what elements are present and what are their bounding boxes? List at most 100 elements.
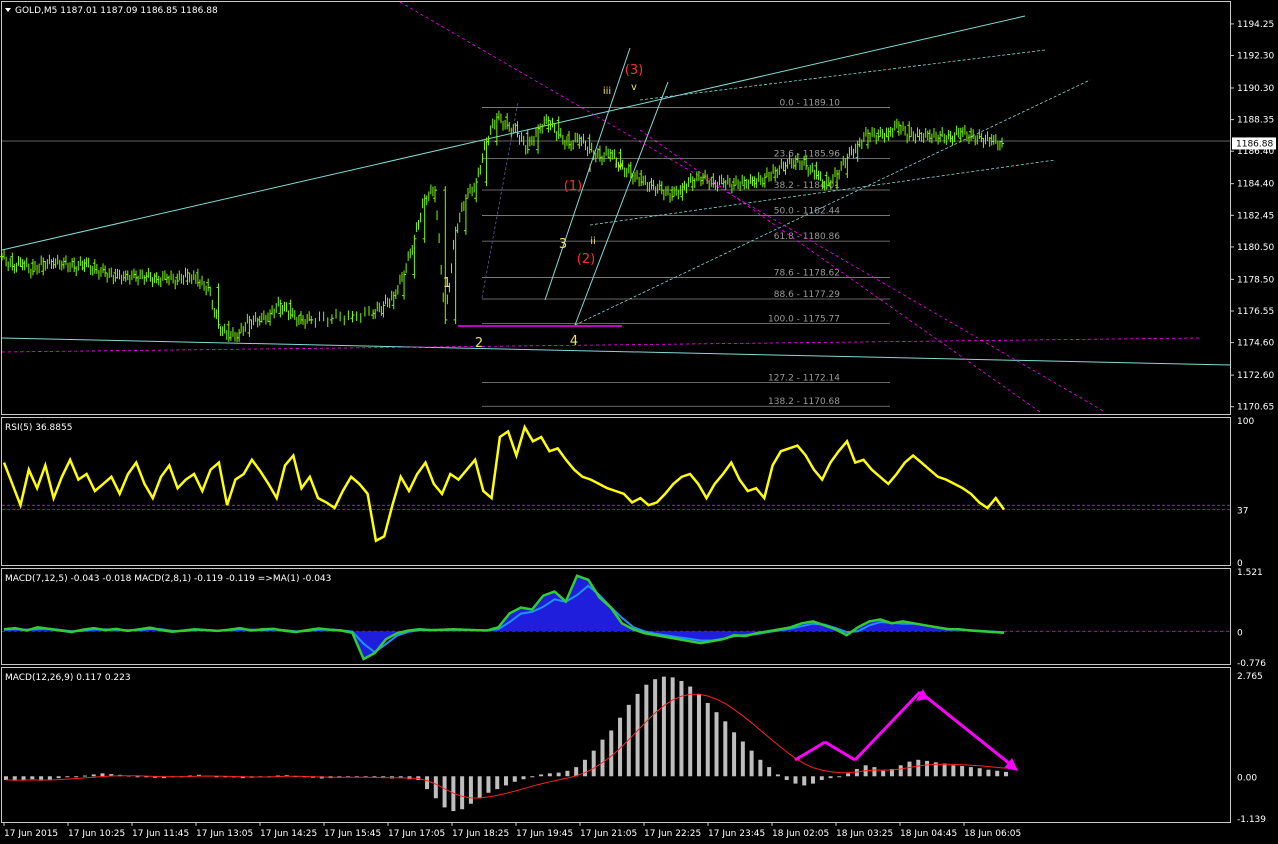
fib-level-label: 88.6 - 1177.29: [774, 290, 840, 300]
rsi-y-tick-label: 37: [1237, 506, 1248, 516]
macd2-hist-bar: [679, 681, 684, 777]
macd2-hist-bar: [688, 686, 693, 777]
price-y-tick-label: 1172.60: [1237, 371, 1274, 381]
macd2-hist-bar: [740, 741, 745, 777]
price-y-tick-label: 1194.25: [1237, 20, 1274, 30]
macd2-y-tick-label: 2.765: [1237, 672, 1263, 682]
macd2-hist-bar: [732, 732, 737, 777]
fib-level-label: 138.2 - 1170.68: [768, 397, 840, 407]
macd2-y-tick-label: 0.00: [1237, 773, 1257, 783]
time-tick-label: 17 Jun 2015: [4, 829, 58, 839]
macd2-hist-bar: [591, 750, 596, 777]
wave-label: iv: [615, 160, 624, 171]
macd2-hist-bar: [837, 776, 842, 778]
fib-level-label: 23.6 - 1185.96: [774, 149, 840, 159]
macd2-hist-bar: [723, 721, 728, 777]
macd2-hist-bar: [582, 759, 587, 777]
macd2-hist-bar: [425, 776, 430, 790]
time-tick-label: 18 Jun 04:45: [900, 829, 957, 839]
macd2-hist-bar: [767, 767, 772, 777]
macd2-hist-bar: [486, 776, 491, 793]
time-tick-label: 17 Jun 15:45: [324, 829, 381, 839]
macd2-hist-bar: [433, 776, 438, 799]
wave-label: 3: [559, 237, 567, 252]
chart-canvas: 0.0 - 1189.10 23.6 - 1185.96 38.2 - 1184.0…: [0, 0, 1278, 844]
macd1-y-tick-label: 0: [1237, 628, 1243, 638]
chart-title: GOLD,M5 1187.01 1187.09 1186.85 1186.88: [15, 6, 218, 16]
price-y-tick-label: 1182.45: [1237, 211, 1274, 221]
macd2-hist-bar: [521, 776, 526, 780]
price-y-tick-label: 1184.40: [1237, 180, 1274, 190]
macd2-hist-bar: [547, 773, 552, 777]
wave-label: 2: [475, 336, 483, 351]
macd1-y-tick-label: -0.776: [1237, 659, 1266, 669]
macd2-hist-bar: [986, 769, 991, 777]
rsi-y-tick-label: 100: [1237, 417, 1254, 427]
macd2-hist-bar: [995, 770, 1000, 777]
macd2-hist-bar: [846, 773, 851, 777]
macd2-hist-bar: [872, 767, 877, 777]
macd2-y-tick-label: -1.139: [1237, 815, 1266, 825]
time-tick-label: 17 Jun 11:45: [132, 829, 189, 839]
macd2-hist-bar: [644, 684, 649, 777]
macd2-hist-bar: [504, 776, 508, 786]
macd2-hist-bar: [661, 676, 666, 777]
time-tick-label: 17 Jun 21:05: [580, 829, 637, 839]
macd2-hist-bar: [881, 770, 886, 777]
fib-level-label: 38.2 - 1184.01: [774, 181, 840, 191]
wave-label: iii: [603, 86, 611, 97]
fib-level-label: 100.0 - 1175.77: [768, 315, 840, 325]
macd2-hist-bar: [705, 703, 710, 777]
macd2-hist-bar: [21, 776, 26, 780]
macd2-hist-bar: [942, 763, 947, 777]
last-price-label: 1186.88: [1236, 139, 1273, 149]
macd1-title: MACD(7,12,5) -0.043 -0.018 MACD(2,8,1) -…: [5, 574, 331, 584]
macd2-hist-bar: [82, 775, 87, 777]
macd2-hist-bar: [56, 776, 61, 779]
macd2-hist-bar: [477, 776, 482, 799]
macd2-hist-bar: [635, 693, 640, 777]
wave-label: 4: [570, 334, 578, 349]
wave-label: (1): [564, 179, 582, 194]
price-y-tick-label: 1170.65: [1237, 403, 1274, 413]
macd2-hist-bar: [539, 774, 544, 777]
macd2-hist-bar: [819, 776, 824, 780]
macd1-y-tick-label: 1.521: [1237, 568, 1263, 578]
macd2-hist-bar: [468, 776, 473, 804]
macd2-hist-bar: [968, 767, 973, 777]
time-tick-label: 18 Jun 06:05: [964, 829, 1021, 839]
time-tick-label: 17 Jun 18:25: [452, 829, 509, 839]
macd2-hist-bar: [714, 712, 719, 777]
time-tick-label: 17 Jun 22:25: [644, 829, 701, 839]
macd2-hist-bar: [758, 759, 763, 777]
macd2-hist-bar: [898, 765, 903, 777]
time-tick-label: 17 Jun 13:05: [196, 829, 253, 839]
macd2-hist-bar: [828, 776, 833, 779]
macd2-hist-bar: [460, 776, 465, 810]
macd2-hist-bar: [65, 776, 70, 778]
time-tick-label: 17 Jun 17:05: [388, 829, 445, 839]
macd2-hist-bar: [811, 776, 816, 784]
wave-label: ii: [590, 236, 596, 247]
time-tick-label: 18 Jun 03:25: [836, 829, 893, 839]
fib-level-label: 0.0 - 1189.10: [780, 98, 841, 108]
price-y-tick-label: 1192.30: [1237, 52, 1274, 62]
price-y-tick-label: 1178.50: [1237, 275, 1274, 285]
wave-label: (2): [577, 252, 595, 267]
macd2-hist-bar: [907, 761, 912, 777]
macd2-hist-bar: [600, 739, 605, 777]
macd2-hist-bar: [802, 776, 807, 786]
fib-level-label: 61.8 - 1180.86: [774, 232, 840, 242]
macd2-title: MACD(12,26,9) 0.117 0.223: [5, 673, 131, 683]
time-tick-label: 18 Jun 02:05: [772, 829, 829, 839]
macd2-hist-bar: [495, 776, 500, 790]
macd2-hist-bar: [925, 760, 930, 777]
macd2-hist-bar: [951, 765, 956, 777]
macd2-hist-bar: [653, 679, 658, 777]
wave-label: (3): [625, 63, 643, 78]
macd2-hist-bar: [784, 776, 789, 780]
macd2-hist-bar: [530, 776, 535, 778]
macd2-hist-bar: [916, 759, 921, 777]
macd2-hist-bar: [556, 772, 561, 777]
macd2-hist-bar: [670, 677, 675, 777]
